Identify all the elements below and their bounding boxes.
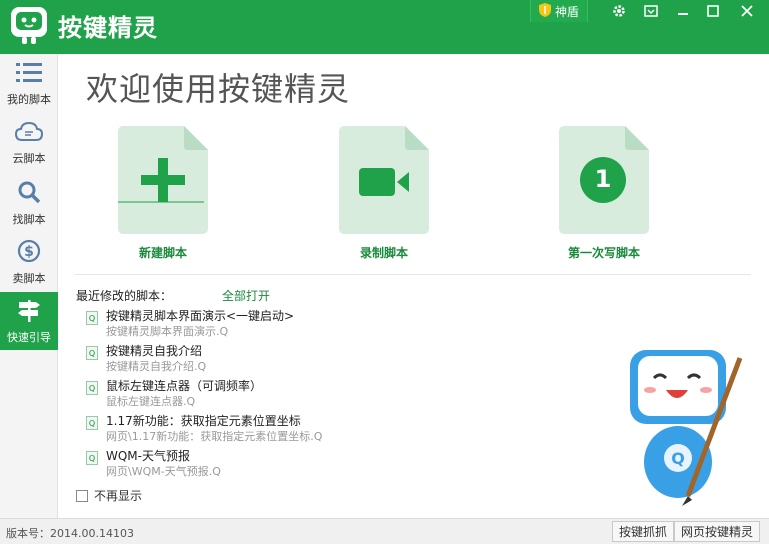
sidebar: 我的脚本 云脚本 找脚本 $ 卖脚本 快速引导 bbox=[0, 54, 58, 518]
shield-button[interactable]: 神盾 bbox=[530, 0, 589, 22]
welcome-heading: 欢迎使用按键精灵 bbox=[86, 70, 351, 108]
script-path: 按键精灵脚本界面演示.Q bbox=[106, 325, 229, 338]
sidebar-item-sell-scripts[interactable]: $ 卖脚本 bbox=[0, 233, 58, 291]
sidebar-item-label: 快速引导 bbox=[7, 331, 51, 344]
script-file-icon: Q bbox=[86, 346, 98, 360]
script-path: 网页\WQM-天气预报.Q bbox=[106, 465, 221, 478]
recent-scripts-heading: 最近修改的脚本： bbox=[76, 289, 173, 303]
script-path: 鼠标左键连点器.Q bbox=[106, 395, 196, 408]
app-logo bbox=[8, 4, 50, 46]
sidebar-item-quick-guide[interactable]: 快速引导 bbox=[0, 292, 58, 350]
dont-show-label: 不再显示 bbox=[94, 489, 143, 503]
app-title: 按键精灵 bbox=[58, 14, 158, 42]
divider bbox=[75, 274, 751, 275]
list-item[interactable]: Q 鼠标左键连点器（可调频率） 鼠标左键连点器.Q bbox=[84, 378, 444, 413]
script-file-icon: Q bbox=[86, 311, 98, 325]
shield-label: 神盾 bbox=[555, 4, 580, 19]
open-all-link[interactable]: 全部打开 bbox=[222, 287, 270, 304]
dollar-icon: $ bbox=[17, 239, 41, 266]
script-path: 按键精灵自我介绍.Q bbox=[106, 360, 207, 373]
title-bar: 按键精灵 神盾 bbox=[0, 0, 769, 54]
search-icon bbox=[17, 180, 41, 207]
list-item[interactable]: Q WQM-天气预报 网页\WQM-天气预报.Q bbox=[84, 448, 444, 483]
list-icon bbox=[16, 62, 42, 87]
script-name[interactable]: 1.17新功能：获取指定元素位置坐标 bbox=[106, 413, 444, 429]
maximize-icon[interactable] bbox=[702, 2, 724, 20]
minimize-icon[interactable] bbox=[672, 2, 694, 20]
sidebar-item-label: 找脚本 bbox=[12, 213, 46, 226]
sidebar-item-label: 我的脚本 bbox=[7, 93, 51, 106]
recent-scripts-list: Q 按键精灵脚本界面演示<一键启动> 按键精灵脚本界面演示.Q Q 按键精灵自我… bbox=[84, 308, 444, 483]
signpost-icon bbox=[16, 298, 42, 325]
skin-icon[interactable] bbox=[640, 2, 662, 20]
record-script-label: 录制脚本 bbox=[359, 246, 408, 260]
capture-tool-button[interactable]: 按键抓抓 bbox=[612, 521, 675, 542]
dont-show-again[interactable]: 不再显示 bbox=[76, 487, 142, 504]
sidebar-item-find-scripts[interactable]: 找脚本 bbox=[0, 174, 58, 232]
script-file-icon: Q bbox=[86, 381, 98, 395]
sidebar-item-my-scripts[interactable]: 我的脚本 bbox=[0, 56, 58, 114]
mascot-illustration: Q bbox=[624, 346, 754, 506]
record-script-doc[interactable] bbox=[339, 126, 429, 234]
number-one-icon: 1 bbox=[594, 165, 612, 193]
script-name[interactable]: 按键精灵自我介绍 bbox=[106, 343, 444, 359]
script-name[interactable]: WQM-天气预报 bbox=[106, 448, 444, 464]
new-script-label: 新建脚本 bbox=[138, 246, 187, 260]
new-script-doc[interactable] bbox=[118, 126, 208, 234]
cloud-icon bbox=[14, 121, 44, 146]
sidebar-item-cloud-scripts[interactable]: 云脚本 bbox=[0, 115, 58, 173]
close-icon[interactable] bbox=[736, 2, 758, 20]
script-name[interactable]: 鼠标左键连点器（可调频率） bbox=[106, 378, 444, 394]
dont-show-checkbox[interactable] bbox=[76, 489, 88, 502]
status-bar: 版本号：2014.00.14103 按键抓抓 网页按键精灵 bbox=[0, 518, 769, 544]
list-item[interactable]: Q 按键精灵自我介绍 按键精灵自我介绍.Q bbox=[84, 343, 444, 378]
web-edition-button[interactable]: 网页按键精灵 bbox=[674, 521, 761, 542]
list-item[interactable]: Q 1.17新功能：获取指定元素位置坐标 网页\1.17新功能：获取指定元素位置… bbox=[84, 413, 444, 448]
script-name[interactable]: 按键精灵脚本界面演示<一键启动> bbox=[106, 308, 444, 324]
list-item[interactable]: Q 按键精灵脚本界面演示<一键启动> 按键精灵脚本界面演示.Q bbox=[84, 308, 444, 343]
first-script-label: 第一次写脚本 bbox=[567, 246, 640, 260]
svg-text:$: $ bbox=[24, 244, 34, 260]
shield-icon bbox=[539, 2, 551, 20]
version-label: 版本号：2014.00.14103 bbox=[6, 527, 134, 540]
script-file-icon: Q bbox=[86, 416, 98, 430]
settings-icon[interactable] bbox=[608, 2, 630, 20]
first-script-doc[interactable]: 1 bbox=[559, 126, 649, 234]
sidebar-item-label: 云脚本 bbox=[12, 152, 46, 165]
main-panel: 欢迎使用按键精灵 新建脚本 录制脚本 1 第一次写脚本 最近修改的脚本： 全部打… bbox=[58, 54, 769, 518]
script-file-icon: Q bbox=[86, 451, 98, 465]
script-path: 网页\1.17新功能：获取指定元素位置坐标.Q bbox=[106, 430, 323, 443]
svg-text:Q: Q bbox=[671, 449, 685, 468]
sidebar-item-label: 卖脚本 bbox=[12, 272, 46, 285]
new-script-card[interactable]: 新建脚本 bbox=[103, 126, 223, 261]
first-script-card[interactable]: 1 第一次写脚本 bbox=[544, 126, 664, 261]
record-script-card[interactable]: 录制脚本 bbox=[324, 126, 444, 261]
